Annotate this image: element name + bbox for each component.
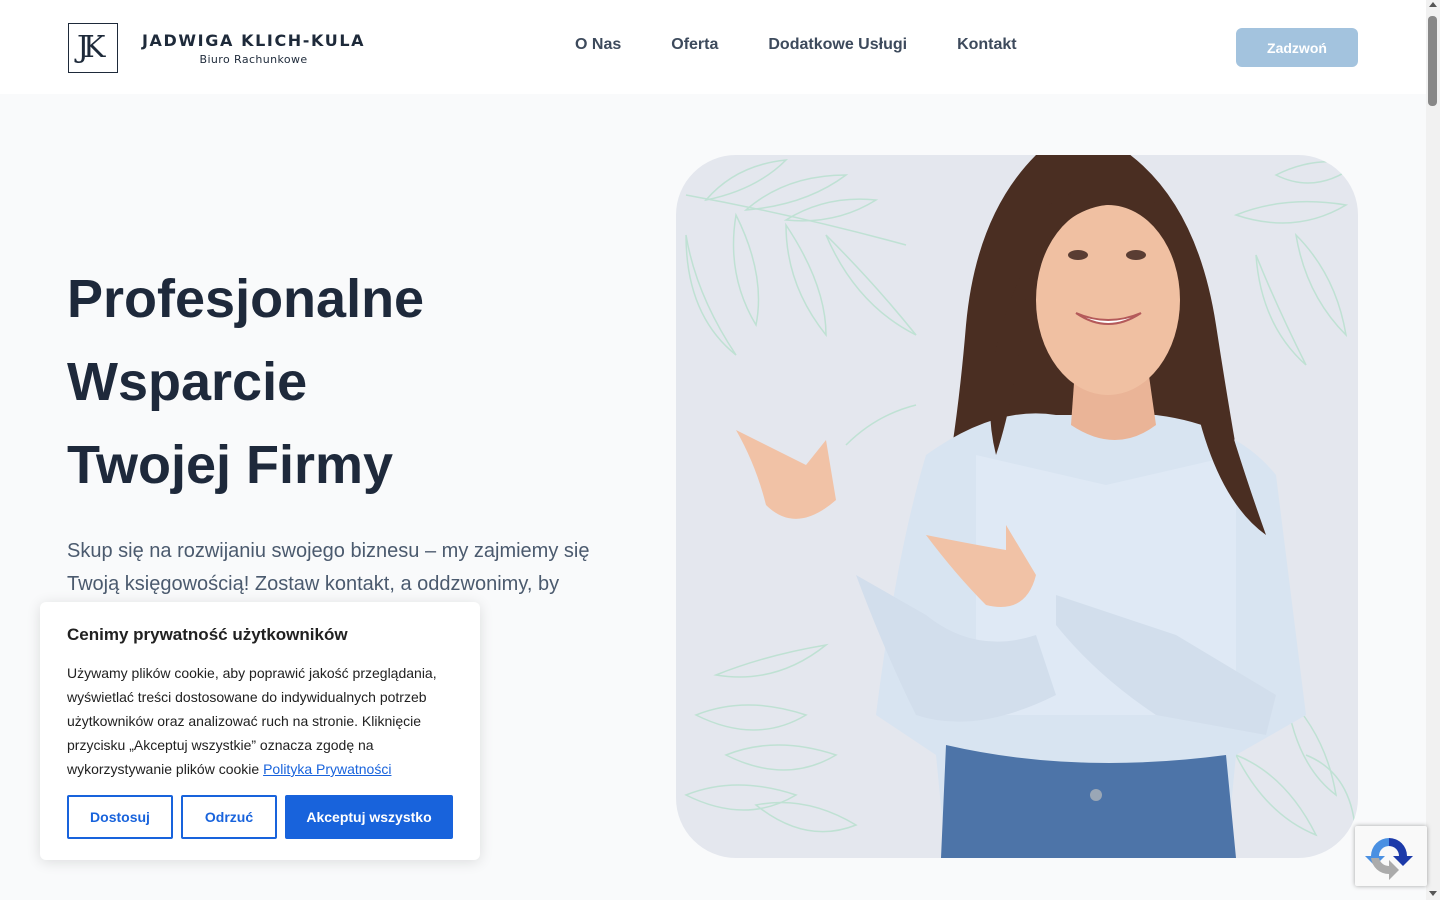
scroll-thumb[interactable] bbox=[1428, 16, 1437, 106]
cookie-buttons: Dostosuj Odrzuć Akceptuj wszystko bbox=[67, 795, 453, 839]
cookie-description: Używamy plików cookie, aby poprawić jako… bbox=[67, 661, 453, 781]
logo[interactable]: JK JADWIGA KLICH-KULA Biuro Rachunkowe bbox=[68, 23, 365, 73]
nav-link-o-nas[interactable]: O Nas bbox=[575, 36, 621, 54]
cookie-title: Cenimy prywatność użytkowników bbox=[67, 625, 348, 644]
hero-title-line-3: Twojej Firmy bbox=[67, 435, 394, 495]
recaptcha-badge[interactable] bbox=[1355, 826, 1427, 886]
main-nav: O Nas Oferta Dodatkowe Usługi Kontakt bbox=[575, 36, 1017, 54]
hero-title-line-1: Profesjonalne bbox=[67, 269, 425, 329]
logo-subtitle: Biuro Rachunkowe bbox=[199, 52, 308, 66]
logo-mark-icon: JK bbox=[68, 23, 118, 73]
logo-text: JADWIGA KLICH-KULA Biuro Rachunkowe bbox=[142, 31, 365, 66]
accept-all-button[interactable]: Akceptuj wszystko bbox=[285, 795, 453, 839]
hero-image bbox=[676, 155, 1358, 858]
hero-title: Profesjonalne Wsparcie Twojej Firmy bbox=[67, 258, 424, 507]
call-button[interactable]: Zadzwoń bbox=[1236, 28, 1358, 67]
logo-title: JADWIGA KLICH-KULA bbox=[142, 30, 366, 50]
nav-link-kontakt[interactable]: Kontakt bbox=[957, 36, 1017, 54]
nav-link-dodatkowe-uslugi[interactable]: Dodatkowe Usługi bbox=[768, 36, 907, 54]
privacy-policy-link[interactable]: Polityka Prywatności bbox=[263, 761, 391, 777]
page-scrollbar[interactable] bbox=[1426, 0, 1440, 900]
reject-button[interactable]: Odrzuć bbox=[181, 795, 277, 839]
customize-button[interactable]: Dostosuj bbox=[67, 795, 173, 839]
site-header: JK JADWIGA KLICH-KULA Biuro Rachunkowe O… bbox=[0, 0, 1426, 94]
hero-title-line-2: Wsparcie bbox=[67, 352, 308, 412]
nav-link-oferta[interactable]: Oferta bbox=[671, 36, 718, 54]
hero-illustration bbox=[684, 155, 1358, 858]
scroll-down-arrow-icon[interactable] bbox=[1429, 891, 1437, 896]
cookie-consent-banner: Cenimy prywatność użytkowników Używamy p… bbox=[40, 602, 480, 860]
recaptcha-icon bbox=[1365, 838, 1413, 880]
scroll-up-arrow-icon[interactable] bbox=[1429, 2, 1437, 7]
logo-mark-text: JK bbox=[77, 30, 106, 65]
